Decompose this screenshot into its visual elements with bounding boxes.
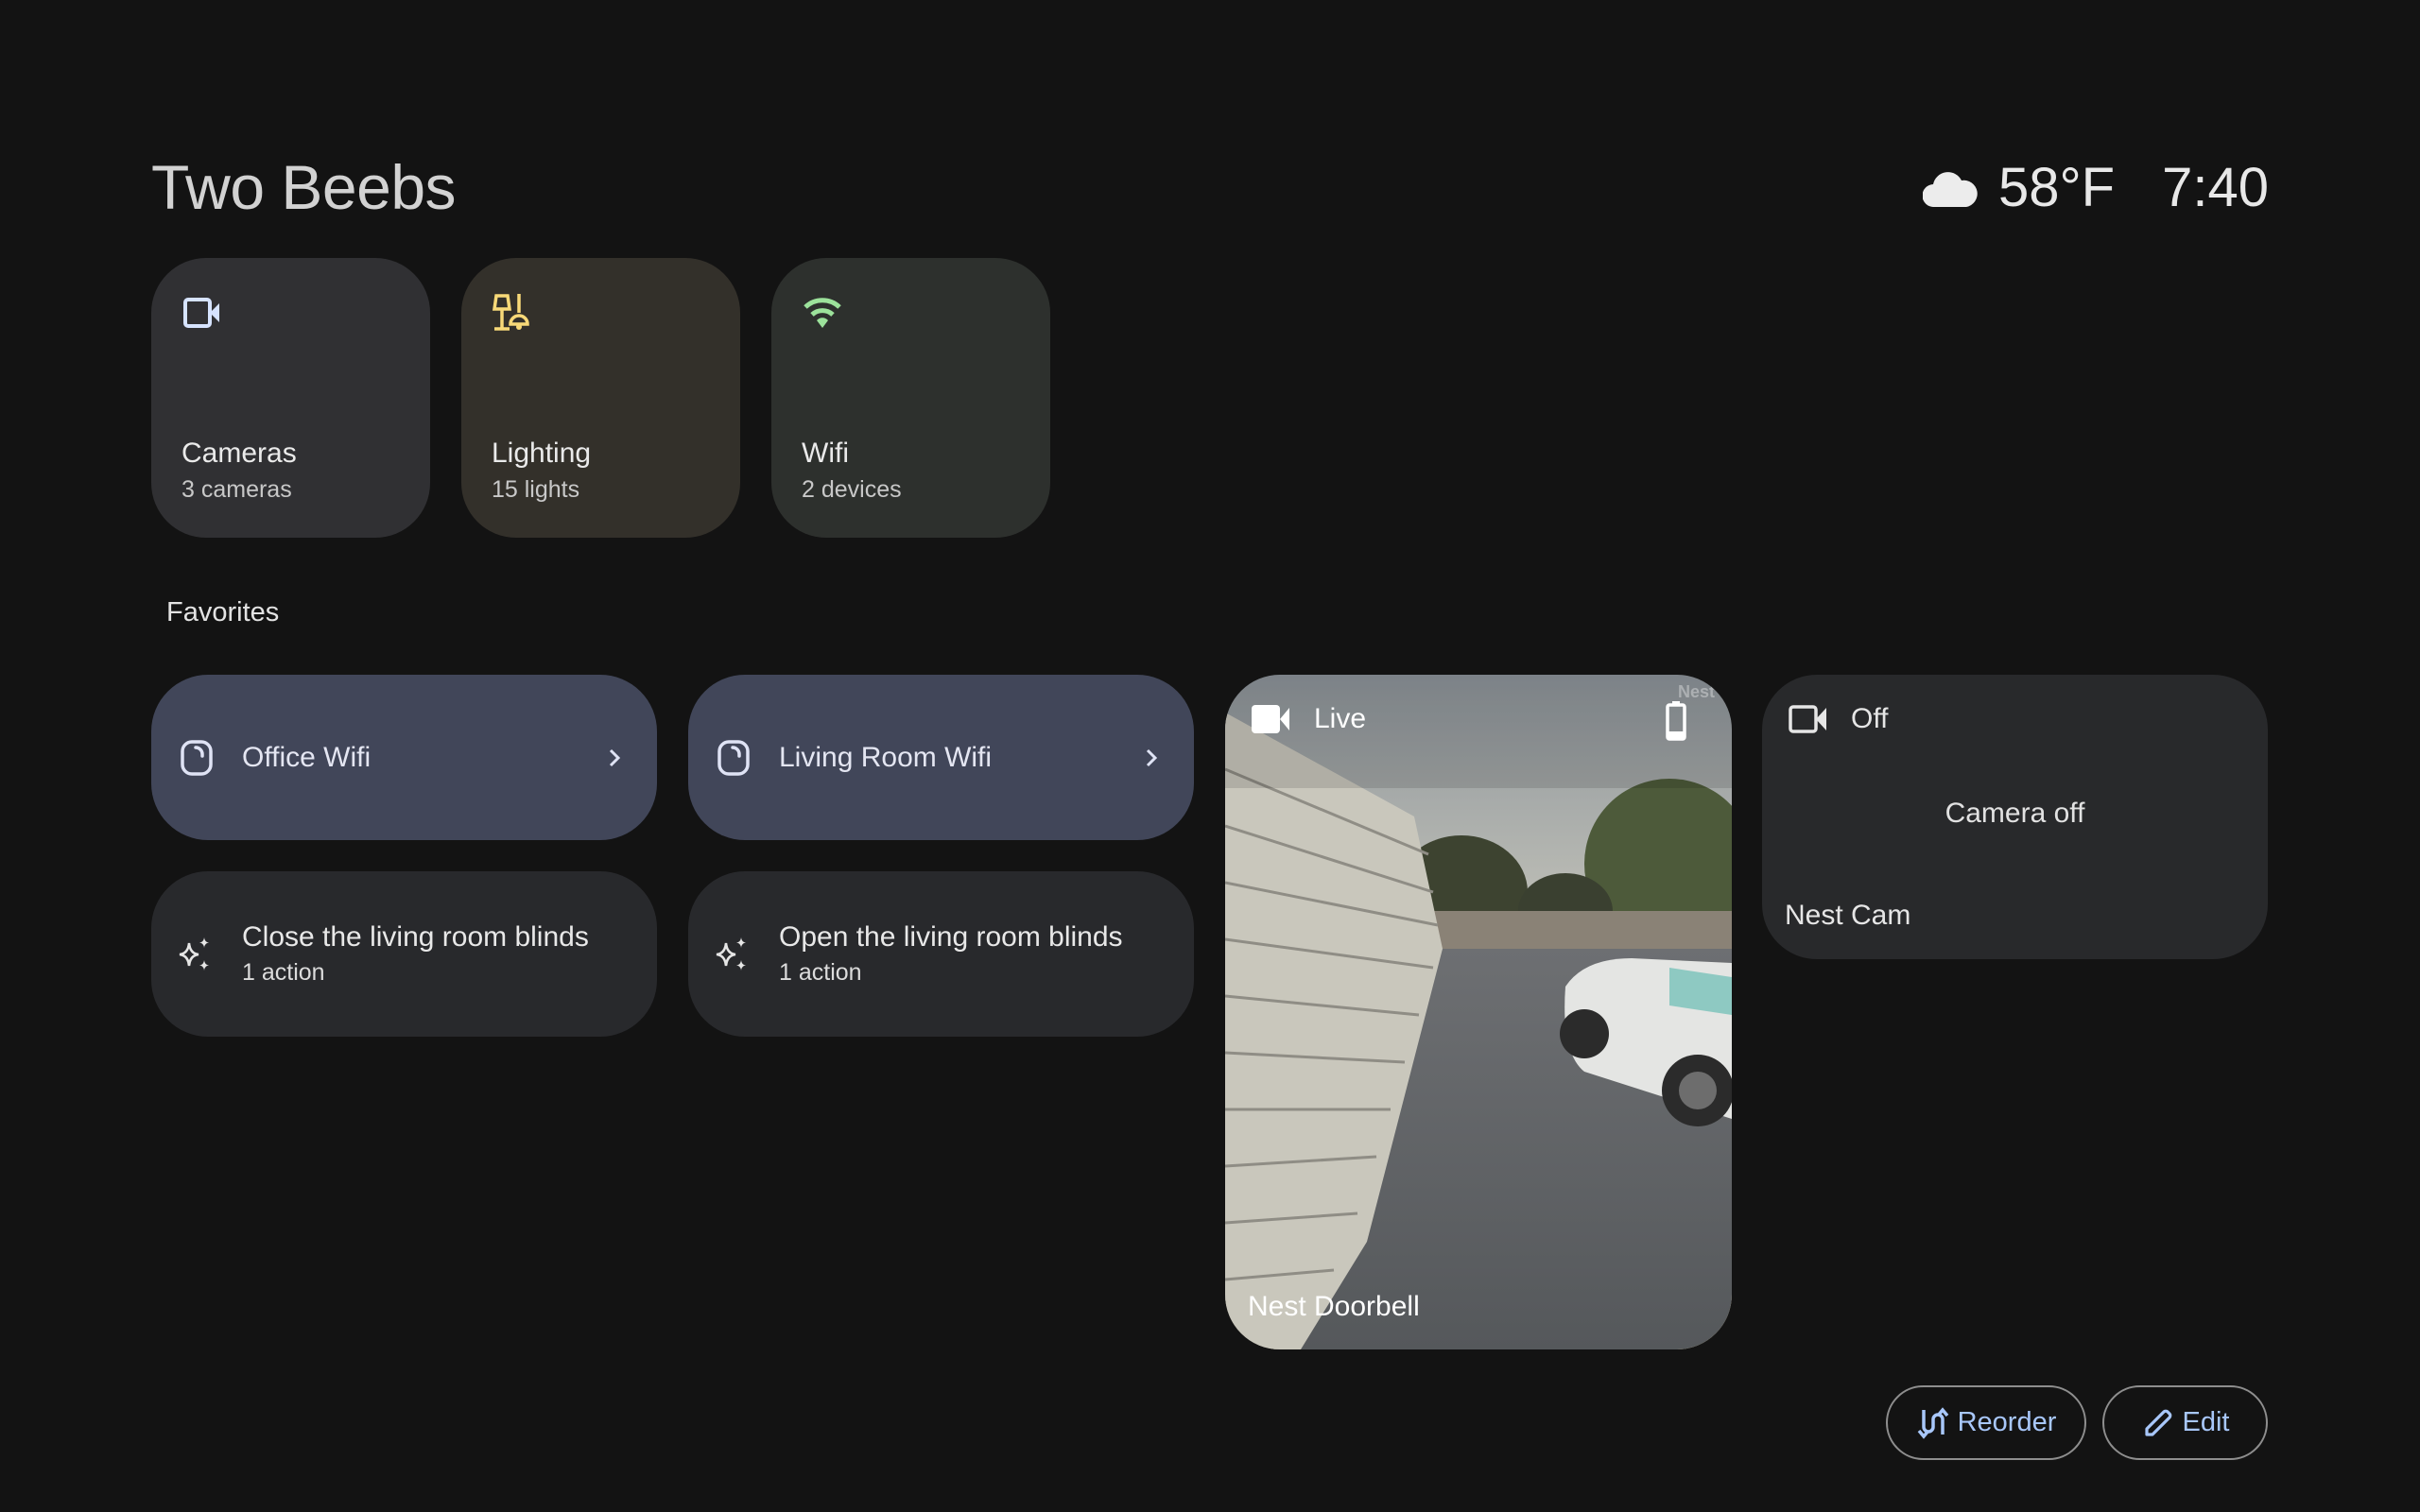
nest-watermark: Nest: [1677, 682, 1715, 701]
video-camera-filled-icon: [1252, 705, 1289, 733]
reorder-button[interactable]: Reorder: [1886, 1385, 2086, 1460]
automation-close-blinds[interactable]: Close the living room blinds 1 action: [151, 871, 657, 1037]
camera-status-label: Off: [1851, 703, 1889, 734]
favorite-name: Living Room Wifi: [779, 741, 993, 773]
sparkle-icon: [716, 936, 746, 971]
category-count: 2 devices: [802, 476, 902, 503]
weather-clock: 58°F 7:40: [1922, 156, 2269, 219]
camera-tile-nest-cam[interactable]: Off Camera off Nest Cam: [1762, 675, 2268, 959]
category-tile-lighting[interactable]: Lighting 15 lights: [461, 258, 740, 538]
camera-tile-nest-doorbell[interactable]: Nest Live Nest Doorbell: [1225, 675, 1732, 1349]
camera-feed-image: [1225, 675, 1732, 1349]
automation-action-count: 1 action: [779, 959, 862, 986]
cloud-icon: [1922, 171, 1978, 207]
favorite-name: Office Wifi: [242, 741, 372, 773]
category-tile-wifi[interactable]: Wifi 2 devices: [771, 258, 1050, 538]
favorites-heading: Favorites: [166, 597, 280, 627]
camera-name: Nest Cam: [1785, 900, 1911, 931]
camera-status: Off: [1789, 703, 1888, 735]
category-tile-cameras[interactable]: Cameras 3 cameras: [151, 258, 430, 538]
wifi-router-icon: [717, 739, 750, 776]
sparkle-icon: [179, 936, 209, 971]
automation-action-count: 1 action: [242, 959, 325, 986]
category-name: Lighting: [492, 438, 592, 469]
favorite-living-room-wifi[interactable]: Living Room Wifi: [688, 675, 1194, 840]
lamp-icon: [492, 294, 529, 331]
home-title: Two Beebs: [151, 152, 457, 222]
wifi-router-icon: [181, 739, 213, 776]
battery-icon: [1666, 701, 1686, 741]
clock-time: 7:40: [2162, 157, 2269, 218]
camera-off-message: Camera off: [1945, 798, 2085, 829]
category-name: Wifi: [802, 438, 849, 469]
automation-name: Close the living room blinds: [242, 921, 589, 953]
edit-button[interactable]: Edit: [2102, 1385, 2268, 1460]
category-count: 15 lights: [492, 476, 580, 503]
temperature: 58°F: [1997, 157, 2116, 218]
camera-name: Nest Doorbell: [1248, 1291, 1420, 1322]
video-camera-icon: [1789, 705, 1826, 733]
category-name: Cameras: [182, 438, 297, 469]
video-camera-icon: [183, 298, 219, 328]
reorder-icon: [1917, 1406, 1948, 1439]
camera-status: Live: [1252, 703, 1366, 735]
camera-status-label: Live: [1314, 703, 1367, 734]
chevron-right-icon: [609, 748, 621, 766]
chevron-right-icon: [1146, 748, 1158, 766]
wifi-icon: [804, 298, 841, 328]
favorite-office-wifi[interactable]: Office Wifi: [151, 675, 657, 840]
reorder-label: Reorder: [1957, 1407, 2057, 1437]
automation-open-blinds[interactable]: Open the living room blinds 1 action: [688, 871, 1194, 1037]
automation-name: Open the living room blinds: [779, 921, 1123, 953]
pencil-icon: [2144, 1409, 2171, 1436]
category-count: 3 cameras: [182, 476, 292, 503]
edit-label: Edit: [2182, 1407, 2230, 1437]
